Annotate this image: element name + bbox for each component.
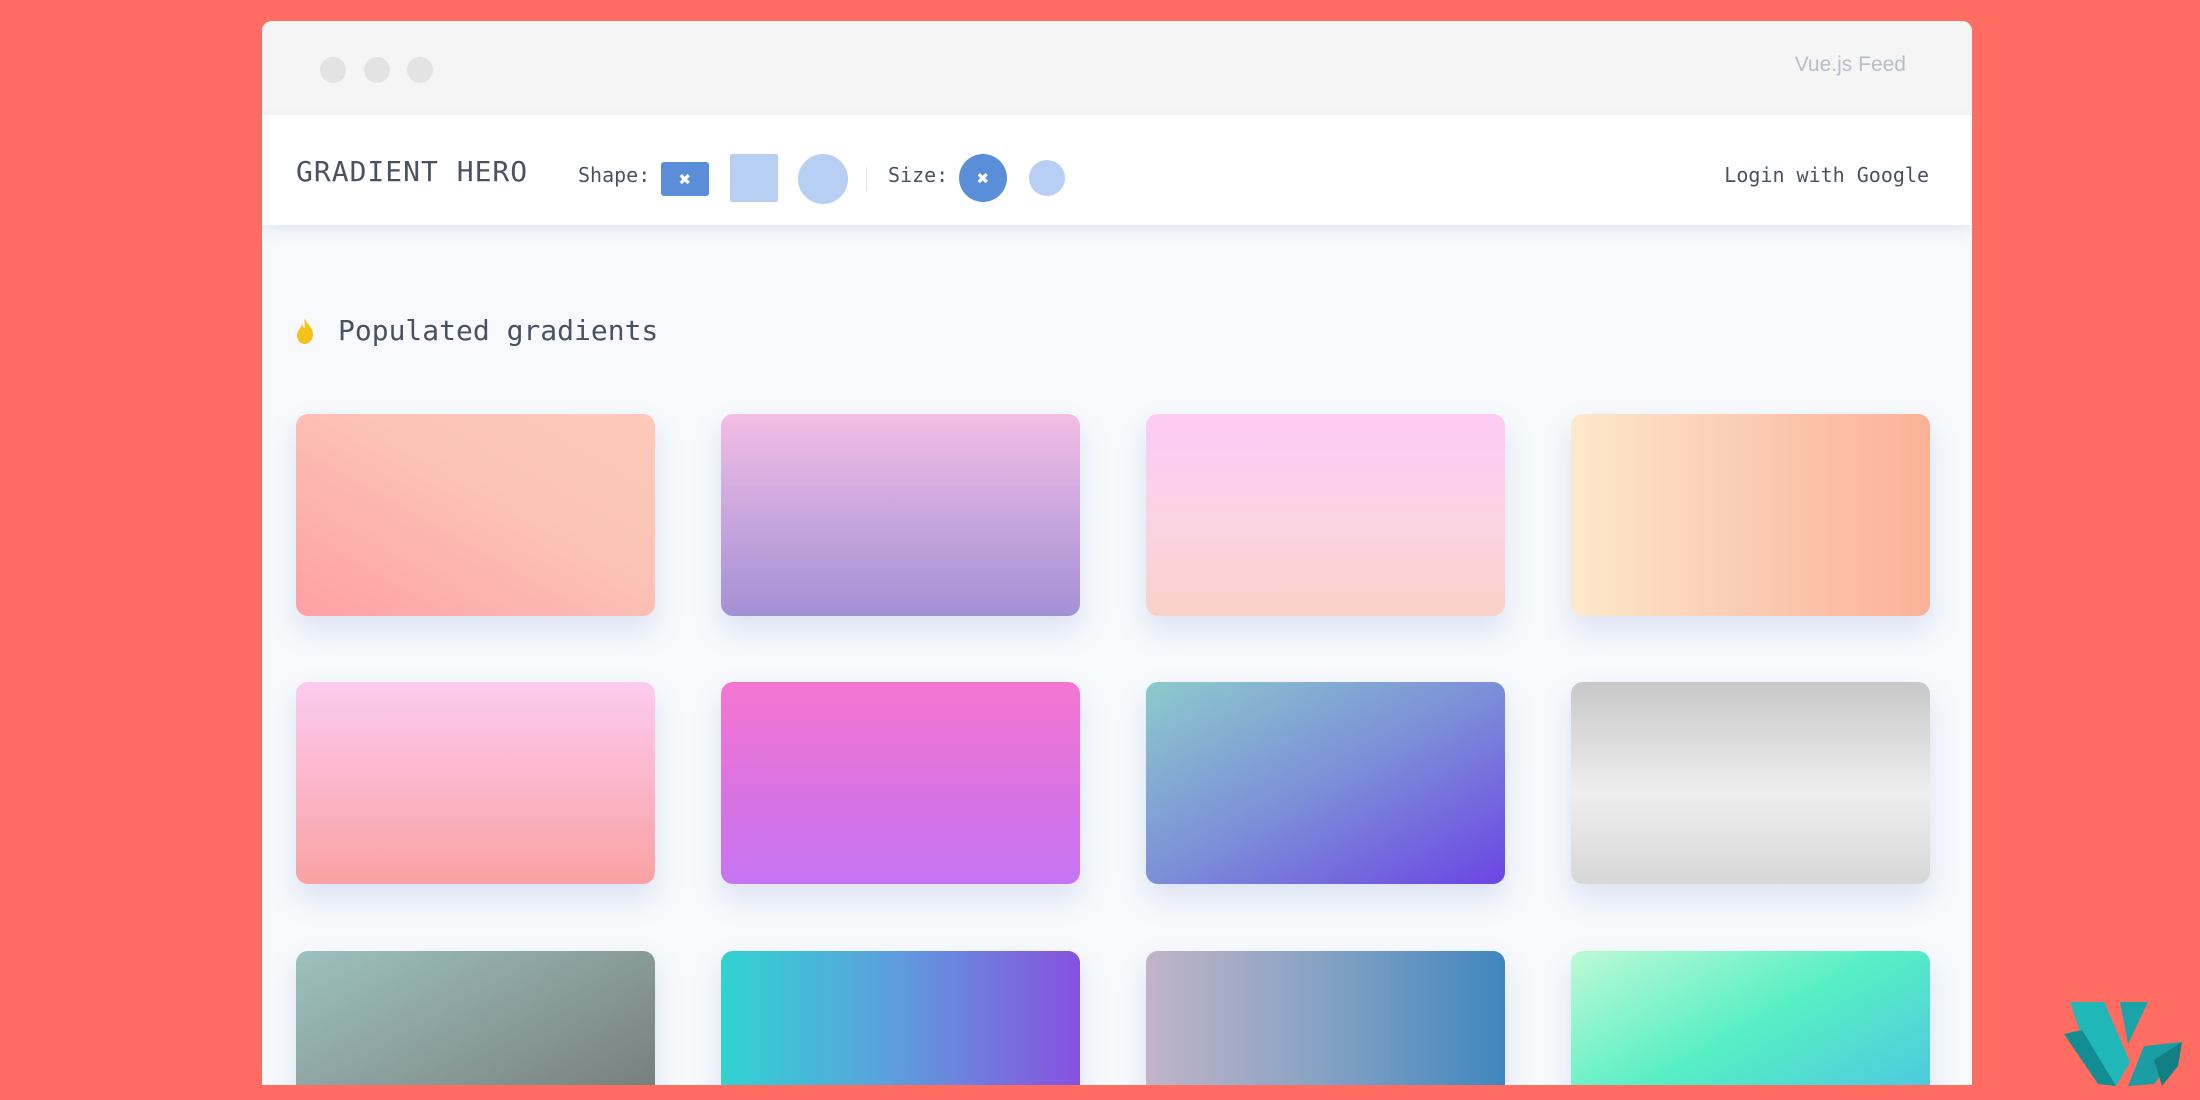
login-with-google-link[interactable]: Login with Google — [1724, 163, 1929, 187]
gradient-card[interactable] — [721, 414, 1080, 616]
gradient-card[interactable] — [1146, 414, 1505, 616]
gradient-card[interactable] — [721, 682, 1080, 884]
size-label: Size: — [888, 163, 949, 187]
gradient-card[interactable] — [296, 951, 655, 1085]
window-dot-icon[interactable] — [407, 57, 433, 83]
navbar: GRADIENT HERO Shape: ✖ Size: ✖ Login wit… — [262, 115, 1972, 225]
gradient-card[interactable] — [1571, 951, 1930, 1085]
fire-icon — [297, 317, 313, 344]
gradient-card[interactable] — [1146, 951, 1505, 1085]
window-dot-icon[interactable] — [364, 57, 390, 83]
section-heading: Populated gradients — [296, 314, 658, 347]
shape-label: Shape: — [578, 163, 651, 187]
gradient-card[interactable] — [721, 951, 1080, 1085]
window-title: Vue.js Feed — [1794, 53, 1906, 76]
gradient-card[interactable] — [296, 414, 655, 616]
section-title: Populated gradients — [338, 314, 659, 347]
gradient-card[interactable] — [1146, 682, 1505, 884]
divider — [866, 167, 867, 191]
gradient-card[interactable] — [1571, 414, 1930, 616]
shape-rectangle-button[interactable]: ✖ — [661, 162, 709, 196]
close-icon: ✖ — [678, 167, 692, 191]
shape-circle-button[interactable] — [798, 154, 848, 204]
close-icon: ✖ — [976, 166, 990, 190]
brand-logo-text[interactable]: GRADIENT HERO — [296, 155, 528, 188]
gradient-card[interactable] — [296, 682, 655, 884]
vuejs-feed-logo-icon — [2064, 1002, 2182, 1086]
window-titlebar: Vue.js Feed — [262, 21, 1972, 115]
size-small-button[interactable] — [1029, 160, 1065, 196]
gradient-card[interactable] — [1571, 682, 1930, 884]
window-dot-icon[interactable] — [320, 57, 346, 83]
shape-square-button[interactable] — [730, 154, 778, 202]
browser-window: Vue.js Feed GRADIENT HERO Shape: ✖ Size:… — [262, 21, 1972, 1085]
size-large-button[interactable]: ✖ — [959, 154, 1007, 202]
